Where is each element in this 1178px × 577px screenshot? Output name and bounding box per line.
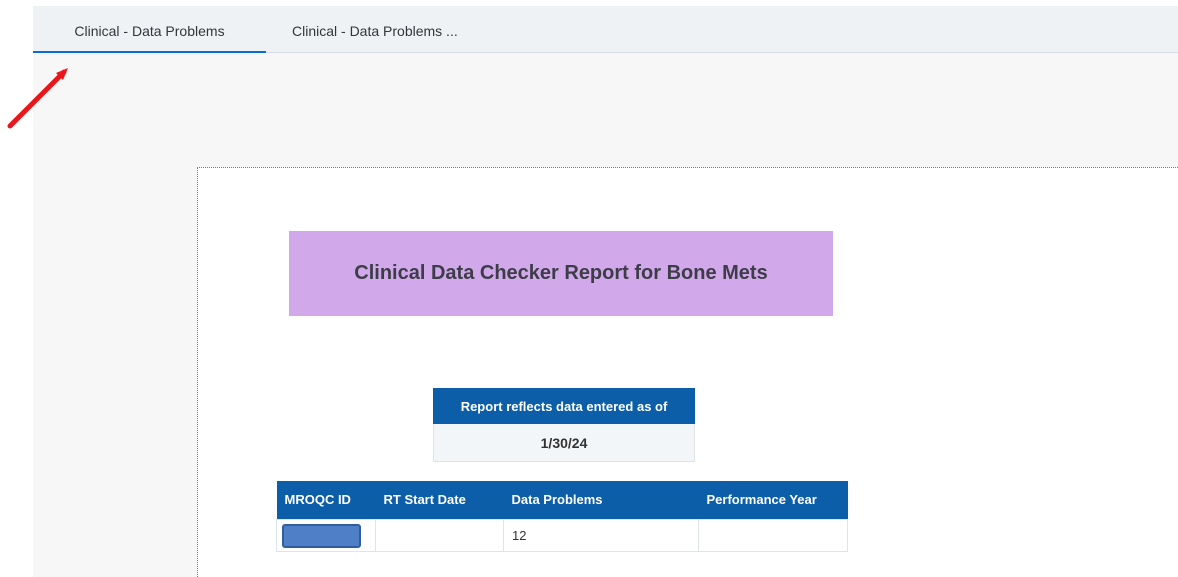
column-header-rt-start-date[interactable]: RT Start Date	[375, 481, 504, 519]
tab-clinical-data-problems[interactable]: Clinical - Data Problems	[33, 6, 266, 53]
column-header-mroqc-id[interactable]: MROQC ID	[276, 481, 376, 519]
cell-performance-year	[698, 518, 848, 552]
table-row: 12	[276, 518, 848, 552]
tab-clinical-data-problems-2[interactable]: Clinical - Data Problems ...	[286, 6, 464, 52]
redaction-mask	[282, 524, 361, 548]
cell-mroqc-id	[276, 518, 376, 552]
column-header-performance-year[interactable]: Performance Year	[698, 481, 848, 519]
report-page: Clinical - Data Problems Clinical - Data…	[0, 0, 1178, 577]
table-header-row: MROQC ID RT Start Date Data Problems Per…	[276, 481, 848, 519]
column-header-data-problems[interactable]: Data Problems	[503, 481, 699, 519]
report-title: Clinical Data Checker Report for Bone Me…	[289, 231, 833, 316]
as-of-date: 1/30/24	[433, 424, 695, 462]
red-annotation-arrow-icon	[7, 68, 68, 129]
as-of-header: Report reflects data entered as of	[433, 388, 695, 424]
cell-rt-start-date	[375, 518, 504, 552]
data-problems-table: MROQC ID RT Start Date Data Problems Per…	[276, 481, 848, 552]
tab-bar: Clinical - Data Problems Clinical - Data…	[33, 6, 1178, 53]
cell-data-problems: 12	[503, 518, 699, 552]
as-of-box: Report reflects data entered as of 1/30/…	[433, 388, 695, 462]
